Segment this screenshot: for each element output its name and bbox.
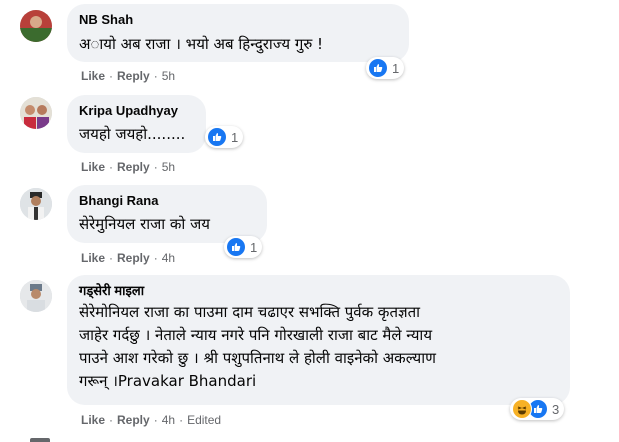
edited-label[interactable]: Edited	[187, 413, 221, 427]
like-reaction-icon	[226, 237, 246, 257]
reply-button[interactable]: Reply	[117, 69, 150, 83]
like-reaction-icon	[207, 127, 227, 147]
reply-button[interactable]: Reply	[117, 160, 150, 174]
reply-button[interactable]: Reply	[117, 251, 150, 265]
comment-actions: Like · Reply · 4h · Edited	[81, 413, 222, 427]
comment-author[interactable]: Bhangi Rana	[79, 193, 255, 209]
like-button[interactable]: Like	[81, 413, 105, 427]
comment-bubble: Bhangi Rana सेरेमुनियल राजा को जय	[67, 185, 267, 243]
comment-author[interactable]: Kripa Upadhyay	[79, 103, 194, 119]
reaction-count[interactable]: 1	[205, 126, 244, 148]
reaction-count-text: 1	[231, 129, 239, 145]
comment-bubble: NB Shah अायो अब राजा । भयो अब हिन्दुराज्…	[67, 4, 409, 62]
comment-timestamp[interactable]: 4h	[162, 413, 175, 427]
reaction-count[interactable]: 3	[510, 398, 565, 420]
reply-button[interactable]: Reply	[117, 413, 150, 427]
comment-text: जयहो जयहो........	[79, 125, 186, 143]
like-button[interactable]: Like	[81, 69, 105, 83]
avatar[interactable]	[20, 10, 52, 42]
comment-timestamp[interactable]: 4h	[162, 251, 175, 265]
comment-text: सेरेमुनियल राजा को जय	[79, 215, 210, 233]
reaction-count-text: 1	[392, 60, 400, 76]
comment-bubble: गड्सेरी माइला सेरेमोनियल राजा का पाउमा द…	[67, 275, 570, 405]
avatar[interactable]	[20, 188, 52, 220]
avatar[interactable]	[20, 97, 52, 129]
like-button[interactable]: Like	[81, 251, 105, 265]
reaction-count[interactable]: 1	[366, 57, 405, 79]
comment-actions: Like · Reply · 5h	[81, 160, 176, 174]
comment-actions: Like · Reply · 5h	[81, 69, 176, 83]
comment-author[interactable]: गड्सेरी माइला	[79, 283, 558, 299]
comment-timestamp[interactable]: 5h	[162, 160, 175, 174]
like-reaction-icon	[368, 58, 388, 78]
next-avatar-edge	[30, 438, 50, 442]
like-button[interactable]: Like	[81, 160, 105, 174]
reaction-count-text: 3	[552, 401, 560, 417]
reaction-count-text: 1	[250, 239, 258, 255]
avatar[interactable]	[20, 280, 52, 312]
comment-text: सेरेमोनियल राजा का पाउमा दाम चढाएर सभक्त…	[79, 303, 436, 390]
comment-text: अायो अब राजा । भयो अब हिन्दुराज्य गुरु !	[79, 35, 324, 53]
comment-author[interactable]: NB Shah	[79, 12, 397, 28]
haha-reaction-icon	[512, 399, 532, 419]
reaction-count[interactable]: 1	[224, 236, 263, 258]
comment-timestamp[interactable]: 5h	[162, 69, 175, 83]
comment-bubble: Kripa Upadhyay जयहो जयहो........	[67, 95, 206, 153]
comment-actions: Like · Reply · 4h	[81, 251, 176, 265]
